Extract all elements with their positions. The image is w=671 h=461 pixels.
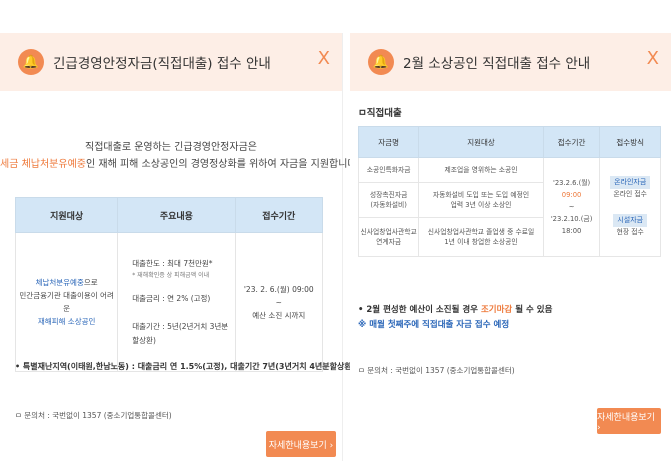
bell-icon: 🔔 — [18, 49, 44, 75]
header-period: 접수기간 — [234, 197, 324, 233]
popup-body: 직접대출로 운영하는 긴급경영안정자금은 세금 체납처분유예중인 재해 피해 소… — [0, 91, 360, 461]
target-cell: 자동화설비 도입 또는 도입 예정인 업력 3년 이상 소상인 — [418, 182, 544, 218]
intro-highlight: 세금 체납처분유예중 — [0, 159, 86, 170]
header-target: 지원대상 — [418, 126, 544, 158]
header-period: 접수기간 — [542, 126, 601, 158]
fund-cell: 성장촉진자금 (자동화설비) — [357, 182, 420, 218]
contact-info: ㅁ 문의처 : 국번없이 1357 (중소기업통합콜센터) — [15, 411, 172, 420]
method-tag: 온라인자금 — [610, 176, 651, 189]
close-icon[interactable]: X — [318, 50, 330, 68]
table-row: 소공인특화자금 제조업을 영위하는 소공인 '23.2.6.(월) 09:00 … — [357, 157, 661, 257]
bell-icon: 🔔 — [368, 49, 394, 75]
right-popup: 🔔 2월 소상공인 직접대출 접수 안내 X ㅁ직접대출 자금명 지원대상 접수… — [350, 33, 671, 461]
popup-body: ㅁ직접대출 자금명 지원대상 접수기간 접수방식 소공인특화자금 제조업을 영위… — [350, 91, 671, 461]
method-cell: 온라인자금 온라인 접수 시설자금 현장 접수 — [599, 157, 661, 257]
popup-header: 🔔 2월 소상공인 직접대출 접수 안내 X — [350, 33, 671, 91]
details-button[interactable]: 자세한내용보기 › — [597, 408, 661, 434]
popup-header: 🔔 긴급경영안정자금(직접대출) 접수 안내 X — [0, 33, 342, 91]
method-tag: 시설자금 — [613, 214, 648, 227]
header-target: 지원대상 — [14, 197, 119, 233]
period-cell: '23. 2. 6.(월) 09:00 ~ 예산 소진 시까지 — [234, 232, 324, 372]
loan-table: 자금명 지원대상 접수기간 접수방식 소공인특화자금 제조업을 영위하는 소공인… — [357, 126, 661, 257]
section-title: ㅁ직접대출 — [358, 108, 402, 119]
header-method: 접수방식 — [599, 126, 661, 158]
content-cell: 대출한도 : 최대 7천만원* * 재해확인증 상 피해금액 이내 대출금리 :… — [117, 232, 236, 372]
period-cell: '23.2.6.(월) 09:00 ~ '23.2.10.(금) 18:00 — [542, 157, 601, 257]
intro-text: 직접대출로 운영하는 긴급경영안정자금은 — [85, 142, 257, 153]
popup-title: 긴급경영안정자금(직접대출) 접수 안내 — [53, 56, 271, 72]
contact-info: ㅁ 문의처 : 국번없이 1357 (중소기업통합콜센터) — [358, 366, 515, 375]
intro-text-2: 세금 체납처분유예중인 재해 피해 소상공인의 경영정상화를 위하여 자금을 지… — [0, 155, 360, 170]
schedule-note: ※ 매월 첫째주에 직접대출 자금 접수 예정 — [358, 320, 510, 330]
early-close-note: • 2월 편성한 예산이 소진될 경우 조기마감 될 수 있음 — [358, 305, 553, 315]
support-table: 지원대상 주요내용 접수기간 체납처분유예중으로 민간금융기관 대출이용이 어려… — [14, 197, 324, 372]
intro-rest: 인 재해 피해 소상공인의 경영정상화를 위하여 자금을 지원합니다. — [85, 159, 360, 170]
popup-title: 2월 소상공인 직접대출 접수 안내 — [403, 56, 591, 72]
header-content: 주요내용 — [117, 197, 236, 233]
close-icon[interactable]: X — [647, 50, 659, 68]
left-popup: 🔔 긴급경영안정자금(직접대출) 접수 안내 X 직접대출로 운영하는 긴급경영… — [0, 33, 360, 461]
fund-cell: 소공인특화자금 — [357, 157, 420, 183]
fund-cell: 신사업창업사관학교 연계자금 — [357, 217, 420, 257]
target-highlight: 체납처분유예중 — [35, 278, 84, 287]
special-note: • 특별재난지역(이태원,한남노동) : 대출금리 연 1.5%(고정), 대출… — [15, 362, 356, 371]
target-cell: 제조업을 영위하는 소공인 — [418, 157, 544, 183]
details-button[interactable]: 자세한내용보기 › — [266, 431, 336, 457]
target-cell: 신사업창업사관학교 졸업생 중 수료일 1년 이내 창업한 소상공인 — [418, 217, 544, 257]
target-cell: 체납처분유예중으로 민간금융기관 대출이용이 어려운 재해피해 소상공인 — [14, 232, 119, 372]
header-fund: 자금명 — [357, 126, 420, 158]
